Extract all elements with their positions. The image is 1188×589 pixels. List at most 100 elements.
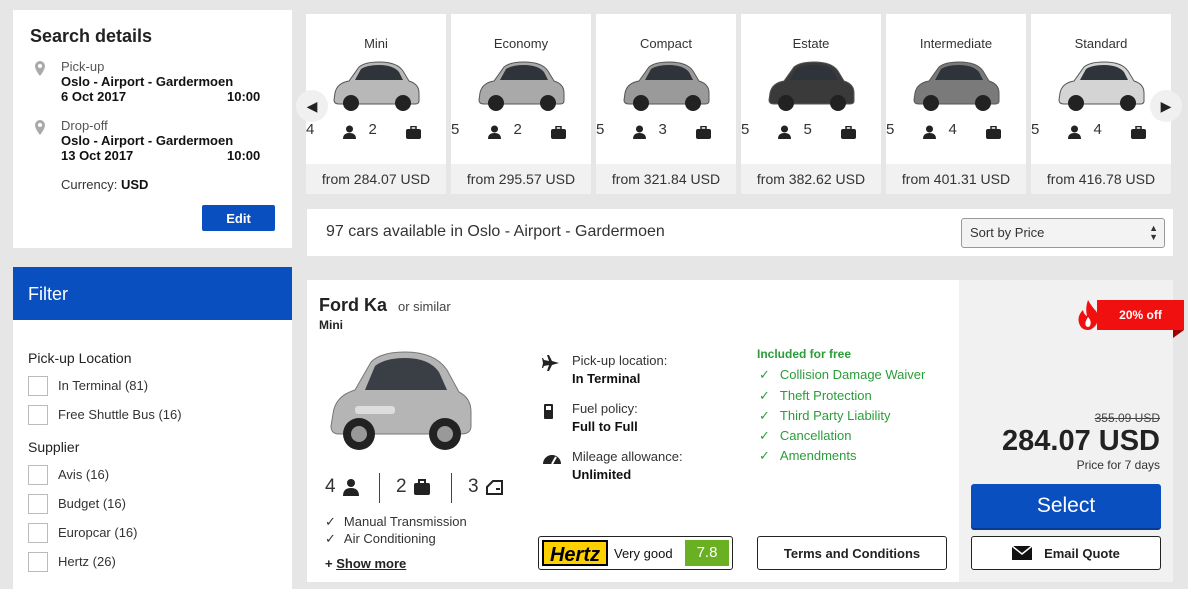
check-icon: ✓ xyxy=(759,388,770,403)
feature-label: Air Conditioning xyxy=(343,531,436,546)
price: 284.07 USD xyxy=(1002,425,1160,457)
included-item: ✓ Cancellation xyxy=(759,428,851,444)
filter-option-label: Free Shuttle Bus (16) xyxy=(58,407,182,422)
discount-label: 20% off xyxy=(1119,308,1162,322)
feature-label: Manual Transmission xyxy=(343,514,467,529)
car-thumbnail xyxy=(1058,61,1145,111)
select-button[interactable]: Select xyxy=(971,484,1161,528)
included-label: Collision Damage Waiver xyxy=(779,367,926,382)
bags-spec: 2 xyxy=(396,476,431,498)
car-class-tile[interactable]: Compact 5 3 from 321.84 USD xyxy=(596,14,736,194)
or-similar-label: or similar xyxy=(398,299,451,314)
car-thumbnail xyxy=(333,61,420,111)
airplane-icon xyxy=(542,355,559,371)
bags-count: 2 xyxy=(368,120,377,138)
select-arrows-icon: ▲ ▼ xyxy=(1149,223,1158,242)
carousel-next-button[interactable]: ▶ xyxy=(1150,90,1182,122)
car-class-capacity: 54 xyxy=(1031,119,1171,139)
currency-value: USD xyxy=(120,177,149,192)
fuel-policy-label: Fuel policy: xyxy=(572,401,638,416)
fuel-policy-value: Full to Full xyxy=(572,419,638,434)
filter-option-label: Hertz (26) xyxy=(58,554,116,569)
bags-count: 2 xyxy=(396,476,407,497)
envelope-icon xyxy=(1012,546,1033,560)
checkbox[interactable] xyxy=(28,522,48,543)
seats-spec: 4 xyxy=(325,476,360,498)
email-quote-button[interactable]: Email Quote xyxy=(971,536,1161,570)
map-pin-icon xyxy=(35,61,45,76)
filter-panel: Pick-up Location In Terminal (81) Free S… xyxy=(13,320,292,589)
offer-card: Ford Ka or similar Mini 4 2 3 ✓ Manual Tr… xyxy=(307,280,959,582)
car-model: Ford Ka xyxy=(319,295,388,315)
car-door-icon xyxy=(485,480,503,495)
car-class-price: from 416.78 USD xyxy=(1031,164,1171,194)
filter-option-label: Avis (16) xyxy=(58,467,110,482)
bags-count: 3 xyxy=(658,120,667,138)
results-bar: 97 cars available in Oslo - Airport - Ga… xyxy=(307,209,1173,256)
terms-and-conditions-button[interactable]: Terms and Conditions xyxy=(757,536,947,570)
feature-item: ✓ Manual Transmission xyxy=(325,514,467,530)
person-icon xyxy=(633,125,647,139)
checkbox[interactable] xyxy=(28,404,48,425)
seats-count: 5 xyxy=(596,120,605,138)
edit-button[interactable]: Edit xyxy=(202,205,275,231)
car-thumbnail xyxy=(623,61,710,111)
included-label: Amendments xyxy=(779,448,857,463)
supplier-heading: Supplier xyxy=(28,439,80,455)
checkbox[interactable] xyxy=(28,493,48,514)
suitcase-icon xyxy=(1130,125,1146,139)
car-class-name: Estate xyxy=(792,36,830,51)
car-class-tile[interactable]: Economy 5 2 from 295.57 USD xyxy=(451,14,591,194)
included-label: Theft Protection xyxy=(779,388,872,403)
suitcase-icon xyxy=(550,125,566,139)
included-label: Third Party Liability xyxy=(779,408,891,423)
suitcase-icon xyxy=(985,125,1001,139)
car-class-name: Mini xyxy=(364,36,388,51)
show-more-link[interactable]: + Show more xyxy=(325,556,406,571)
checkbox[interactable] xyxy=(28,375,48,396)
speedometer-icon xyxy=(543,455,561,465)
fuel-pump-icon xyxy=(544,404,553,419)
currency-label: Currency: xyxy=(61,177,118,192)
carousel-prev-button[interactable]: ◀ xyxy=(296,90,328,122)
hertz-logo: Hertz xyxy=(542,540,608,566)
car-class-price: from 295.57 USD xyxy=(451,164,591,194)
map-pin-icon xyxy=(35,120,45,135)
filter-option-hertz[interactable]: Hertz (26) xyxy=(28,551,277,572)
car-thumbnail xyxy=(913,61,1000,111)
checkbox[interactable] xyxy=(28,551,48,572)
seats-count: 4 xyxy=(306,120,315,138)
car-class-name: Economy xyxy=(493,36,549,51)
filter-option-budget[interactable]: Budget (16) xyxy=(28,493,277,514)
feature-item: ✓ Air Conditioning xyxy=(325,531,436,547)
filter-option-europcar[interactable]: Europcar (16) xyxy=(28,522,277,543)
sort-select[interactable]: Sort by Price ▲ ▼ xyxy=(961,218,1165,248)
dropoff-time: 10:00 xyxy=(227,148,261,163)
suitcase-icon xyxy=(413,479,430,495)
car-class-capacity: 55 xyxy=(741,119,881,139)
chevron-right-icon: ▶ xyxy=(1160,97,1172,114)
discount-badge: 20% off xyxy=(1097,300,1184,338)
fuel-policy-info: Fuel policy: Full to Full xyxy=(542,400,638,436)
seats-count: 5 xyxy=(741,120,750,138)
bags-count: 4 xyxy=(1093,120,1102,138)
chevron-left-icon: ◀ xyxy=(306,97,318,114)
car-image xyxy=(330,351,472,450)
pickup-date: 6 Oct 2017 xyxy=(61,89,127,104)
filter-option-free-shuttle-bus[interactable]: Free Shuttle Bus (16) xyxy=(28,404,277,425)
seats-count: 4 xyxy=(325,476,336,497)
person-icon xyxy=(488,125,502,139)
seats-count: 5 xyxy=(1031,120,1040,138)
sort-select-value: Sort by Price xyxy=(970,225,1045,240)
check-icon: ✓ xyxy=(325,531,336,546)
car-class-tile[interactable]: Intermediate 5 4 from 401.31 USD xyxy=(886,14,1026,194)
spec-divider xyxy=(379,473,380,503)
car-class-tile[interactable]: Estate 5 5 from 382.62 USD xyxy=(741,14,881,194)
bags-count: 2 xyxy=(513,120,522,138)
checkbox[interactable] xyxy=(28,464,48,485)
included-title: Included for free xyxy=(757,347,852,361)
filter-option-avis[interactable]: Avis (16) xyxy=(28,464,277,485)
included-item: ✓ Amendments xyxy=(759,448,857,464)
filter-option-in-terminal[interactable]: In Terminal (81) xyxy=(28,375,277,396)
car-class-label: Mini xyxy=(319,318,343,332)
